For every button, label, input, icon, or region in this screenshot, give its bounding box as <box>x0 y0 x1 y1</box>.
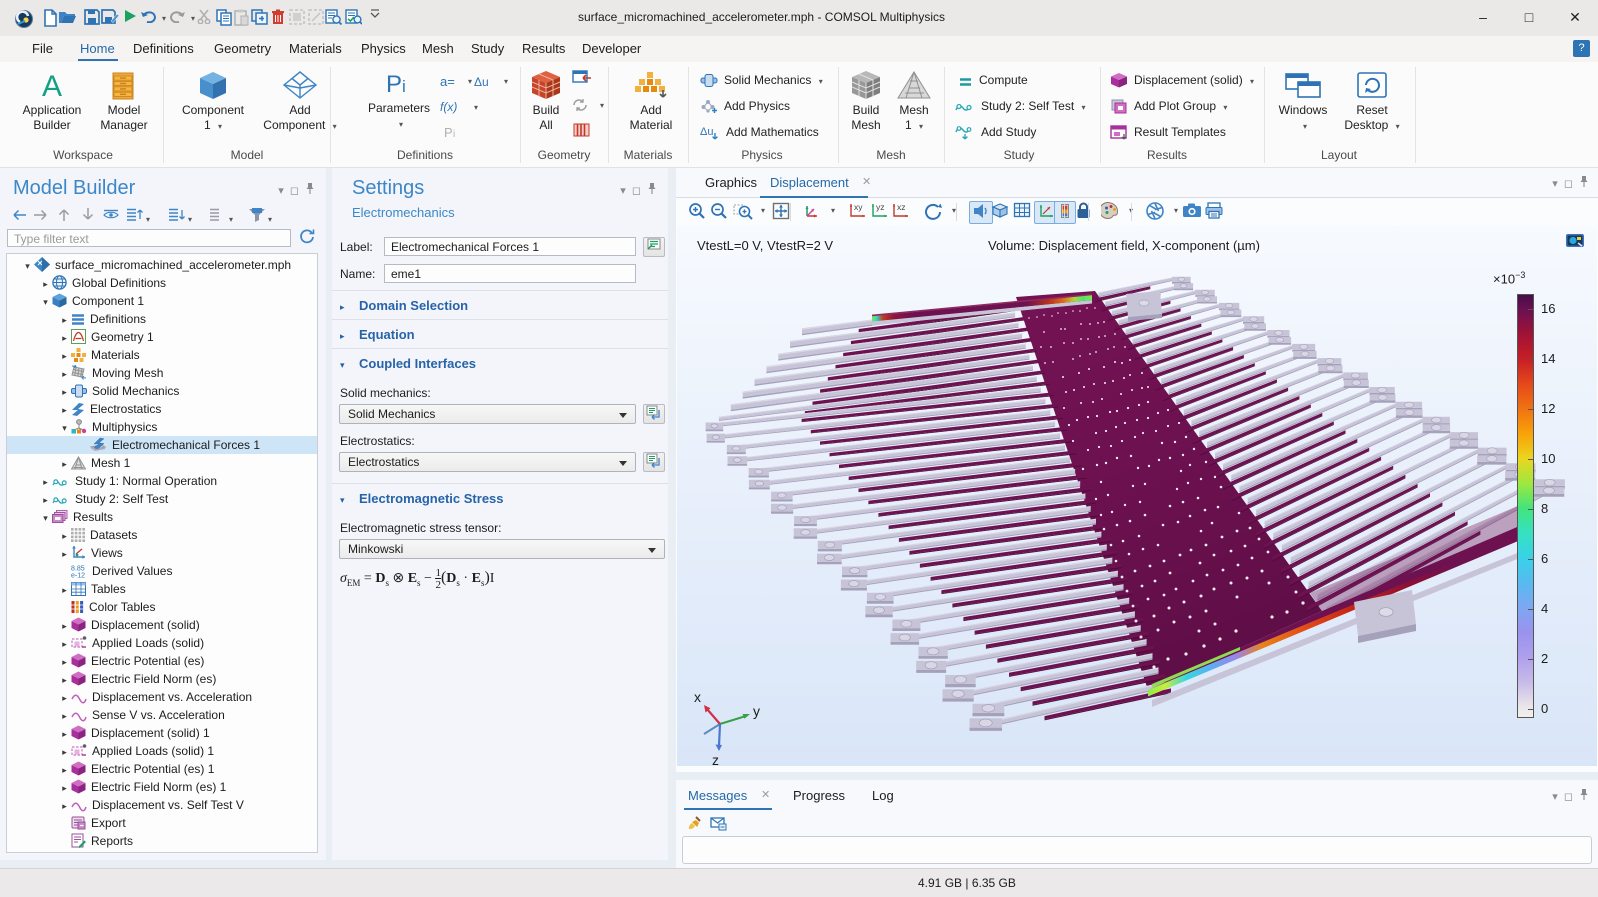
svg-text:i: i <box>453 129 455 140</box>
svg-text:xy: xy <box>854 202 863 212</box>
svg-text:a=: a= <box>440 75 455 88</box>
svg-text:f(x): f(x) <box>440 100 457 114</box>
svg-text:P: P <box>444 125 453 140</box>
svg-text:xz: xz <box>897 202 906 212</box>
svg-text:x: x <box>694 689 701 705</box>
svg-text:i: i <box>402 77 406 96</box>
svg-text:e-12: e-12 <box>71 573 85 579</box>
svg-text:8.85: 8.85 <box>71 566 85 573</box>
svg-text:P: P <box>386 71 402 98</box>
svg-text:z: z <box>712 752 719 766</box>
svg-text:y: y <box>753 703 760 719</box>
svg-text:A: A <box>42 70 62 100</box>
svg-text:yz: yz <box>876 202 885 212</box>
svg-text:Δu: Δu <box>474 75 489 88</box>
svg-text:Δu: Δu <box>700 126 713 138</box>
